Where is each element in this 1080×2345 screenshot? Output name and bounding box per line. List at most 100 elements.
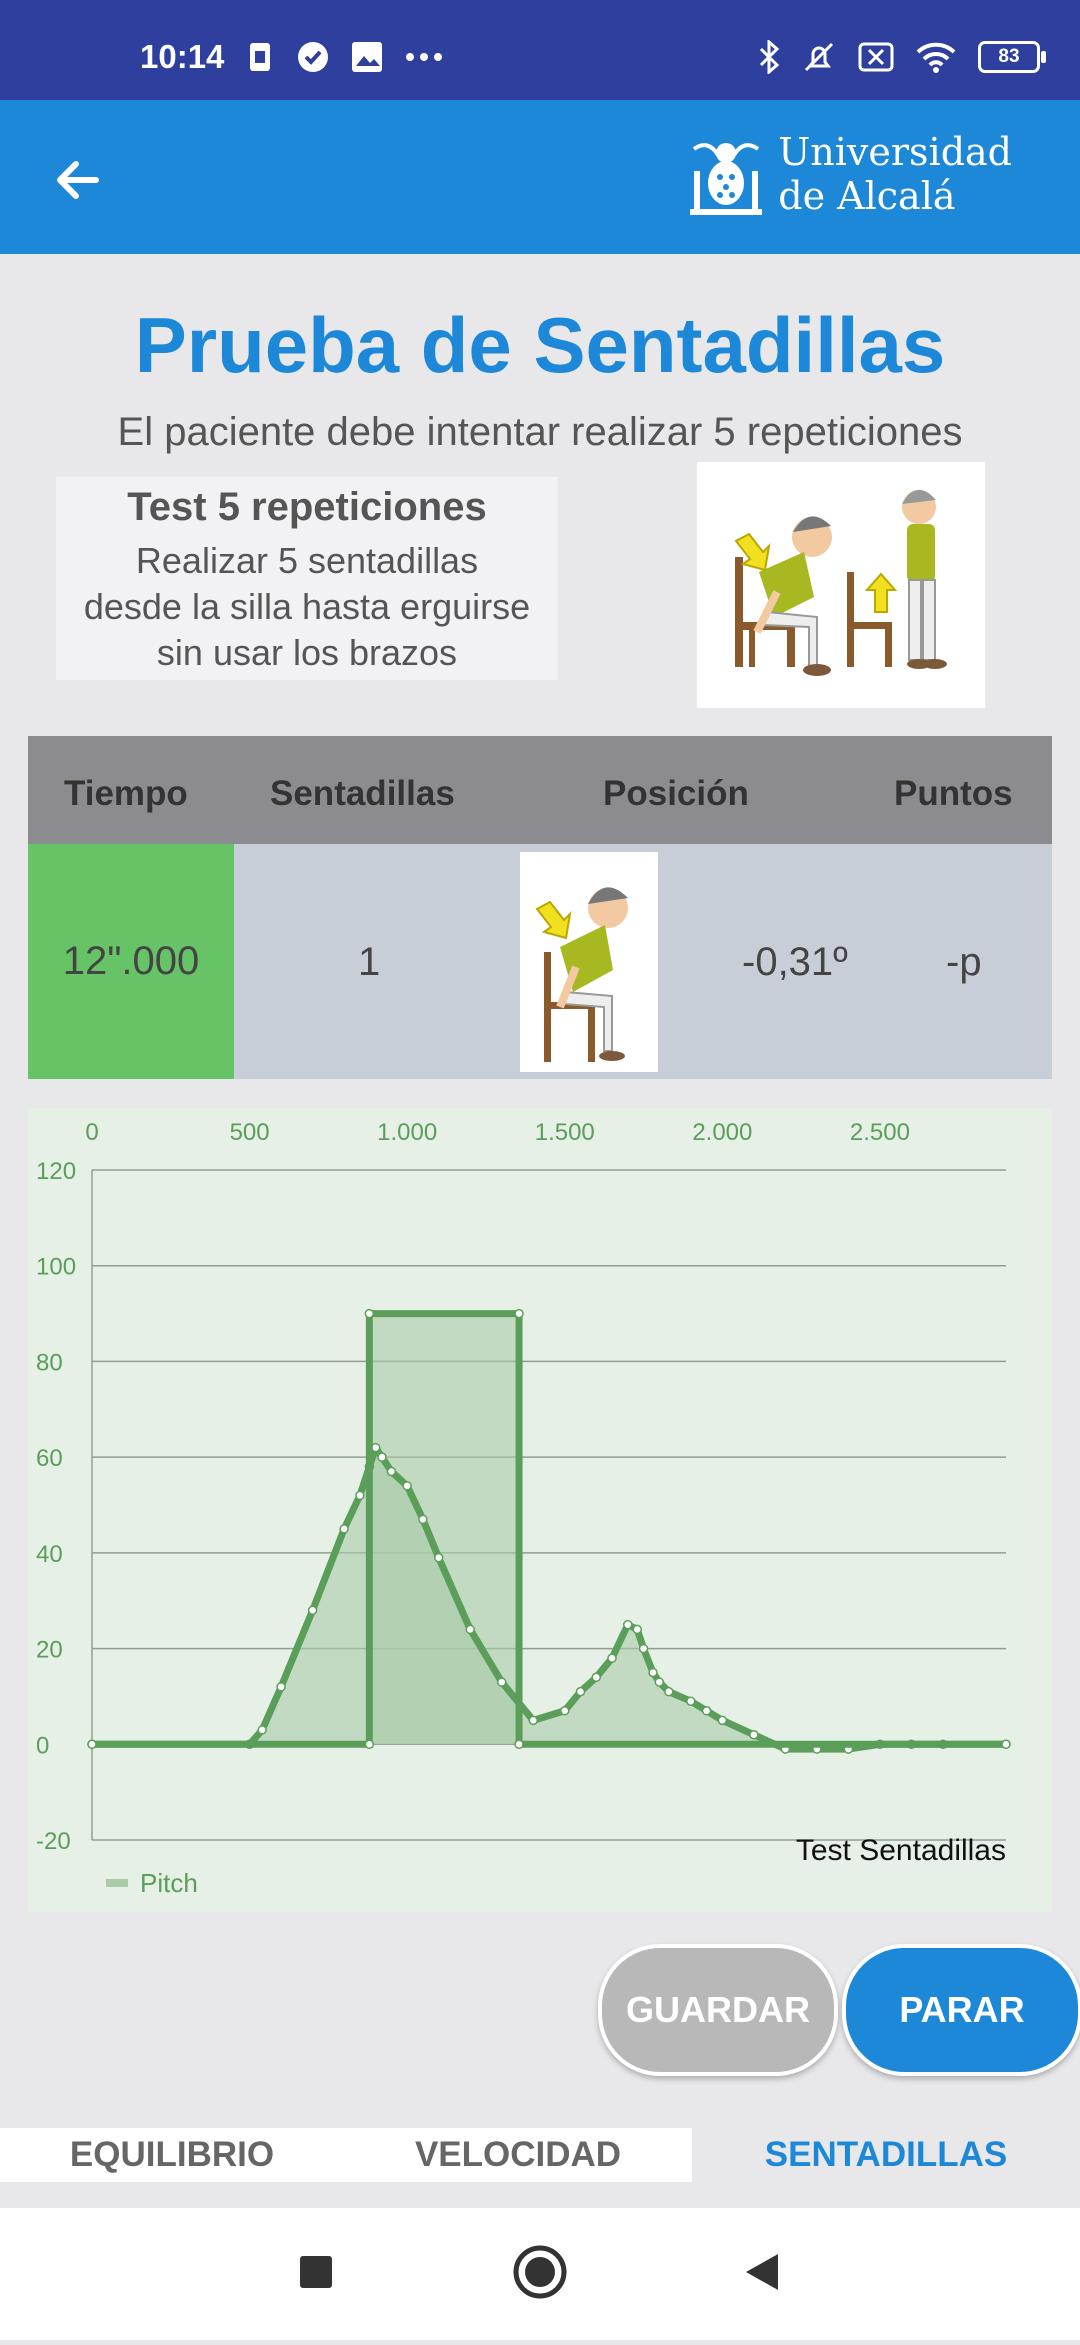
logo-line2: de Alcalá bbox=[778, 174, 956, 218]
pitch-chart: 120 100 80 60 40 20 0 -20 0 500 1.000 1.500 2.000 2.5… bbox=[28, 1108, 1052, 1912]
results-table-header: Tiempo Sentadillas Posición Puntos bbox=[28, 736, 1052, 844]
wifi-icon bbox=[916, 42, 956, 73]
battery-icon: 83 bbox=[978, 41, 1046, 73]
y-tick-label: 80 bbox=[36, 1349, 63, 1376]
chart-svg: 120 100 80 60 40 20 0 -20 0 500 1.000 1.500 2.000 2.5… bbox=[36, 1119, 1011, 1898]
battery-level: 83 bbox=[998, 46, 1020, 67]
data-point bbox=[528, 1715, 538, 1726]
chart-title: Test Sentadillas bbox=[796, 1834, 1006, 1867]
angle-value: -0,31º bbox=[742, 940, 848, 984]
arrow-back-icon[interactable] bbox=[48, 150, 108, 210]
stop-button[interactable]: PARAR bbox=[842, 1944, 1080, 2076]
data-point bbox=[257, 1725, 267, 1735]
x-tick-label: 2.000 bbox=[692, 1119, 752, 1146]
bluetooth-icon bbox=[759, 40, 780, 74]
y-tick-label: -20 bbox=[36, 1828, 71, 1855]
data-point bbox=[749, 1729, 759, 1740]
y-tick-label: 120 bbox=[36, 1158, 76, 1185]
legend-pitch: Pitch bbox=[140, 1868, 198, 1898]
status-bar: 10:14 83 bbox=[0, 0, 1080, 100]
data-point bbox=[591, 1672, 602, 1683]
triangle-back-icon[interactable] bbox=[746, 2254, 778, 2290]
bottom-tabs: EQUILIBRIO VELOCIDAD SENTADILLAS bbox=[0, 2128, 1080, 2182]
header-posicion: Posición bbox=[603, 774, 749, 813]
data-point bbox=[701, 1706, 712, 1716]
data-point bbox=[575, 1686, 586, 1697]
data-point bbox=[433, 1552, 444, 1563]
more-dots-icon bbox=[406, 53, 442, 61]
data-point bbox=[307, 1605, 318, 1616]
data-point bbox=[386, 1466, 397, 1477]
data-point bbox=[638, 1643, 649, 1654]
squat-position-icon bbox=[535, 887, 628, 1062]
squat-count: 1 bbox=[358, 940, 381, 984]
data-point bbox=[560, 1706, 570, 1716]
status-system-icons: 83 bbox=[758, 40, 1046, 74]
data-point bbox=[402, 1481, 412, 1491]
header-sentadillas: Sentadillas bbox=[270, 774, 455, 813]
sim-card-icon bbox=[250, 43, 270, 71]
data-point bbox=[514, 1308, 524, 1319]
test-line1: Realizar 5 sentadillas bbox=[135, 540, 479, 581]
header-tiempo: Tiempo bbox=[64, 774, 188, 813]
y-tick-label: 0 bbox=[36, 1732, 49, 1759]
image-icon bbox=[352, 42, 382, 72]
data-point bbox=[418, 1514, 428, 1525]
data-point bbox=[87, 1739, 97, 1750]
tab-velocidad[interactable]: VELOCIDAD bbox=[344, 2128, 692, 2182]
y-tick-label: 20 bbox=[36, 1637, 63, 1664]
data-point bbox=[370, 1442, 381, 1453]
time-value: 12".000 bbox=[62, 939, 200, 983]
test-title: Test 5 repeticiones bbox=[127, 485, 487, 529]
series-fill bbox=[92, 1447, 1006, 1750]
series-fill bbox=[92, 1313, 1006, 1745]
x-tick-label: 2.500 bbox=[850, 1119, 910, 1146]
x-tick-label: 500 bbox=[230, 1119, 270, 1146]
y-tick-label: 60 bbox=[36, 1445, 63, 1472]
square-recents-icon[interactable] bbox=[300, 2256, 332, 2288]
test-instructions: Test 5 repeticiones Realizar 5 sentadill… bbox=[56, 477, 558, 680]
data-point bbox=[364, 1739, 375, 1750]
status-time: 10:14 bbox=[140, 38, 225, 75]
tab-equilibrio[interactable]: EQUILIBRIO bbox=[0, 2128, 344, 2182]
data-point bbox=[355, 1490, 365, 1501]
series-line bbox=[88, 1444, 1010, 1753]
y-tick-label: 100 bbox=[36, 1254, 76, 1281]
data-point bbox=[465, 1624, 475, 1635]
data-point bbox=[664, 1686, 674, 1697]
results-table-row: 12".000 1 -0,31º -p bbox=[28, 844, 1052, 1079]
university-name: Universidad de Alcalá bbox=[778, 130, 1012, 218]
x-tick-label: 0 bbox=[85, 1119, 98, 1146]
test-line3: sin usar los brazos bbox=[156, 632, 458, 673]
data-point bbox=[686, 1696, 696, 1706]
data-point bbox=[1001, 1739, 1011, 1750]
data-point bbox=[377, 1452, 387, 1462]
data-point bbox=[496, 1677, 507, 1687]
system-nav-bar bbox=[0, 2208, 1080, 2340]
status-notifications bbox=[246, 40, 444, 74]
squat-illustration bbox=[697, 462, 985, 708]
x-tick-label: 1.000 bbox=[377, 1119, 437, 1146]
test-description: Realizar 5 sentadillas desde la silla ha… bbox=[56, 538, 558, 676]
time-cell: 12".000 bbox=[28, 844, 234, 1079]
save-button[interactable]: GUARDAR bbox=[598, 1944, 838, 2076]
close-box-icon bbox=[858, 42, 894, 72]
circle-home-icon[interactable] bbox=[513, 2245, 567, 2299]
page-title: Prueba de Sentadillas bbox=[134, 301, 946, 389]
tab-sentadillas[interactable]: SENTADILLAS bbox=[692, 2128, 1080, 2182]
check-circle-icon bbox=[298, 42, 328, 72]
crest-icon bbox=[690, 143, 763, 215]
data-point bbox=[276, 1682, 286, 1692]
page-subtitle: El paciente debe intentar realizar 5 rep… bbox=[117, 410, 963, 454]
data-point bbox=[654, 1677, 665, 1687]
data-point bbox=[632, 1624, 642, 1635]
header-puntos: Puntos bbox=[894, 774, 1013, 813]
data-point bbox=[623, 1619, 633, 1630]
y-tick-label: 40 bbox=[36, 1541, 63, 1568]
app-bar: Universidad de Alcalá bbox=[0, 100, 1080, 254]
data-point bbox=[648, 1667, 658, 1678]
data-point bbox=[339, 1524, 349, 1534]
x-tick-label: 1.500 bbox=[535, 1119, 595, 1146]
data-point bbox=[607, 1653, 617, 1663]
university-logo: Universidad de Alcalá bbox=[688, 130, 1012, 218]
